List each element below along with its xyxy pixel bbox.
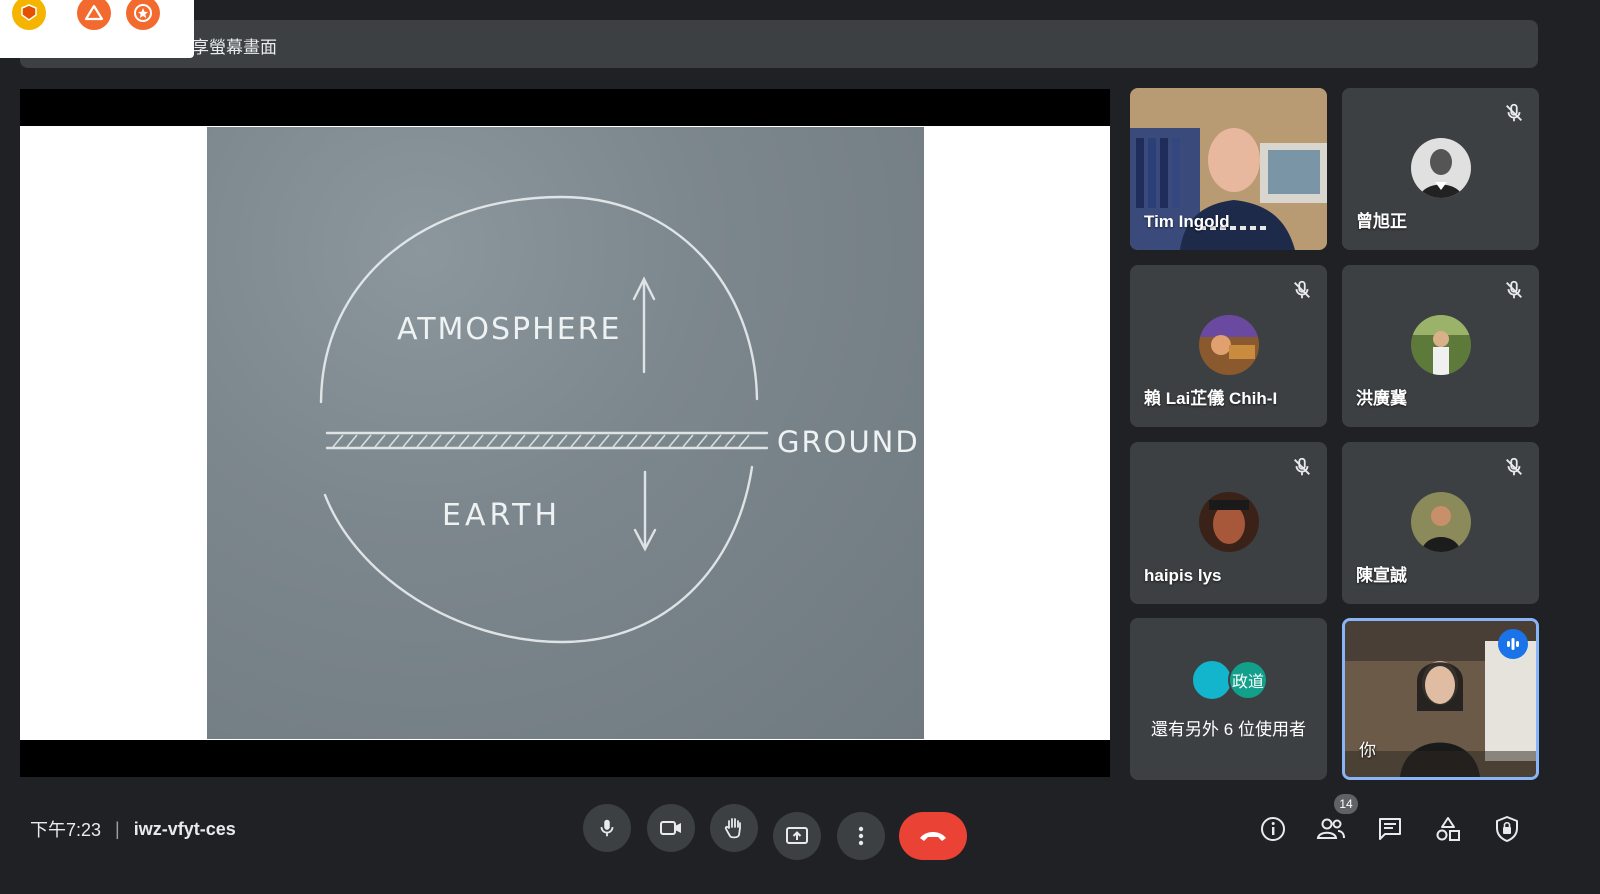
microphone-button[interactable] xyxy=(583,804,631,852)
more-avatars: 政道 xyxy=(1192,660,1272,702)
participant-name: 曾旭正 xyxy=(1356,212,1407,231)
participant-name: 陳宣誠 xyxy=(1356,566,1407,585)
ground-label: GROUND xyxy=(777,425,920,459)
avatar: 政道 xyxy=(1228,660,1268,700)
mic-off-icon xyxy=(1506,280,1522,299)
participant-name: 賴 Lai芷儀 Chih-I xyxy=(1144,389,1278,408)
badge-icon[interactable] xyxy=(12,0,46,30)
leave-call-button[interactable] xyxy=(899,812,967,860)
presentation-banner: 享螢幕畫面 xyxy=(20,20,1538,68)
info-icon xyxy=(1261,817,1285,841)
avatar xyxy=(1411,315,1471,375)
avatar xyxy=(1199,315,1259,375)
more-participants-tile[interactable]: 政道 還有另外 6 位使用者 xyxy=(1130,618,1327,780)
star-icon[interactable] xyxy=(126,0,160,30)
shield-lock-icon xyxy=(1496,816,1518,842)
activities-button[interactable] xyxy=(1431,812,1465,846)
mic-off-icon xyxy=(1294,457,1310,476)
camera-icon xyxy=(660,821,681,835)
participant-tile-hong[interactable]: 洪廣冀 xyxy=(1342,265,1539,427)
meeting-time: 下午7:23 xyxy=(30,820,102,840)
mic-off-icon xyxy=(1506,103,1522,122)
participant-tile-chen[interactable]: 陳宣誠 xyxy=(1342,442,1539,604)
corner-overlay xyxy=(0,0,194,58)
avatar xyxy=(1192,660,1232,700)
avatar xyxy=(1199,492,1259,552)
participant-tile-lai[interactable]: 賴 Lai芷儀 Chih-I xyxy=(1130,265,1327,427)
participant-tile-zeng[interactable]: 曾旭正 xyxy=(1342,88,1539,250)
participant-tile-haipis[interactable]: haipis lys xyxy=(1130,442,1327,604)
hand-icon xyxy=(724,818,741,839)
more-participants-label: 還有另外 6 位使用者 xyxy=(1151,720,1306,739)
people-icon xyxy=(1316,818,1345,839)
self-label: 你 xyxy=(1359,741,1376,760)
participant-name: haipis lys xyxy=(1144,566,1222,585)
people-count-badge: 14 xyxy=(1334,794,1358,814)
bottom-control-bar: 下午7:23 | iwz-vfyt-ces 14 xyxy=(0,790,1600,894)
camera-button[interactable] xyxy=(647,804,695,852)
atmosphere-label: ATMOSPHERE xyxy=(397,312,621,347)
chat-icon xyxy=(1379,818,1401,840)
end-call-icon xyxy=(920,832,946,841)
more-options-button[interactable] xyxy=(837,812,885,860)
participant-name: 洪廣冀 xyxy=(1356,389,1407,408)
more-vert-icon xyxy=(858,826,864,846)
avatar xyxy=(1411,138,1471,198)
presentation-stage: ATMOSPHERE GROUND EARTH xyxy=(20,89,1110,777)
people-button[interactable] xyxy=(1314,812,1348,846)
chalk-diagram: ATMOSPHERE GROUND EARTH xyxy=(319,195,920,644)
chalkboard-image: ATMOSPHERE GROUND EARTH xyxy=(207,127,924,739)
mic-off-icon xyxy=(1506,457,1522,476)
microphone-icon xyxy=(600,819,614,837)
mic-off-icon xyxy=(1294,280,1310,299)
avatar xyxy=(1411,492,1471,552)
speaking-indicator-icon xyxy=(1498,629,1528,659)
raise-hand-button[interactable] xyxy=(710,804,758,852)
banner-text: 享螢幕畫面 xyxy=(192,38,277,57)
host-controls-button[interactable] xyxy=(1490,812,1524,846)
meeting-code[interactable]: iwz-vfyt-ces xyxy=(134,819,236,840)
meeting-details-button[interactable] xyxy=(1256,812,1290,846)
self-view-tile[interactable]: 你 xyxy=(1342,618,1539,780)
divider: | xyxy=(115,818,120,839)
participant-name: Tim Ingold xyxy=(1144,212,1230,231)
warning-icon[interactable] xyxy=(77,0,111,30)
meeting-info: 下午7:23 | iwz-vfyt-ces xyxy=(30,816,236,842)
earth-label: EARTH xyxy=(442,498,561,533)
shared-slide: ATMOSPHERE GROUND EARTH xyxy=(20,126,1110,740)
participant-tile-tim-ingold[interactable]: Tim Ingold xyxy=(1130,88,1327,250)
present-icon xyxy=(786,827,808,844)
activities-icon xyxy=(1436,817,1460,841)
present-screen-button[interactable] xyxy=(773,812,821,860)
chat-button[interactable] xyxy=(1373,812,1407,846)
